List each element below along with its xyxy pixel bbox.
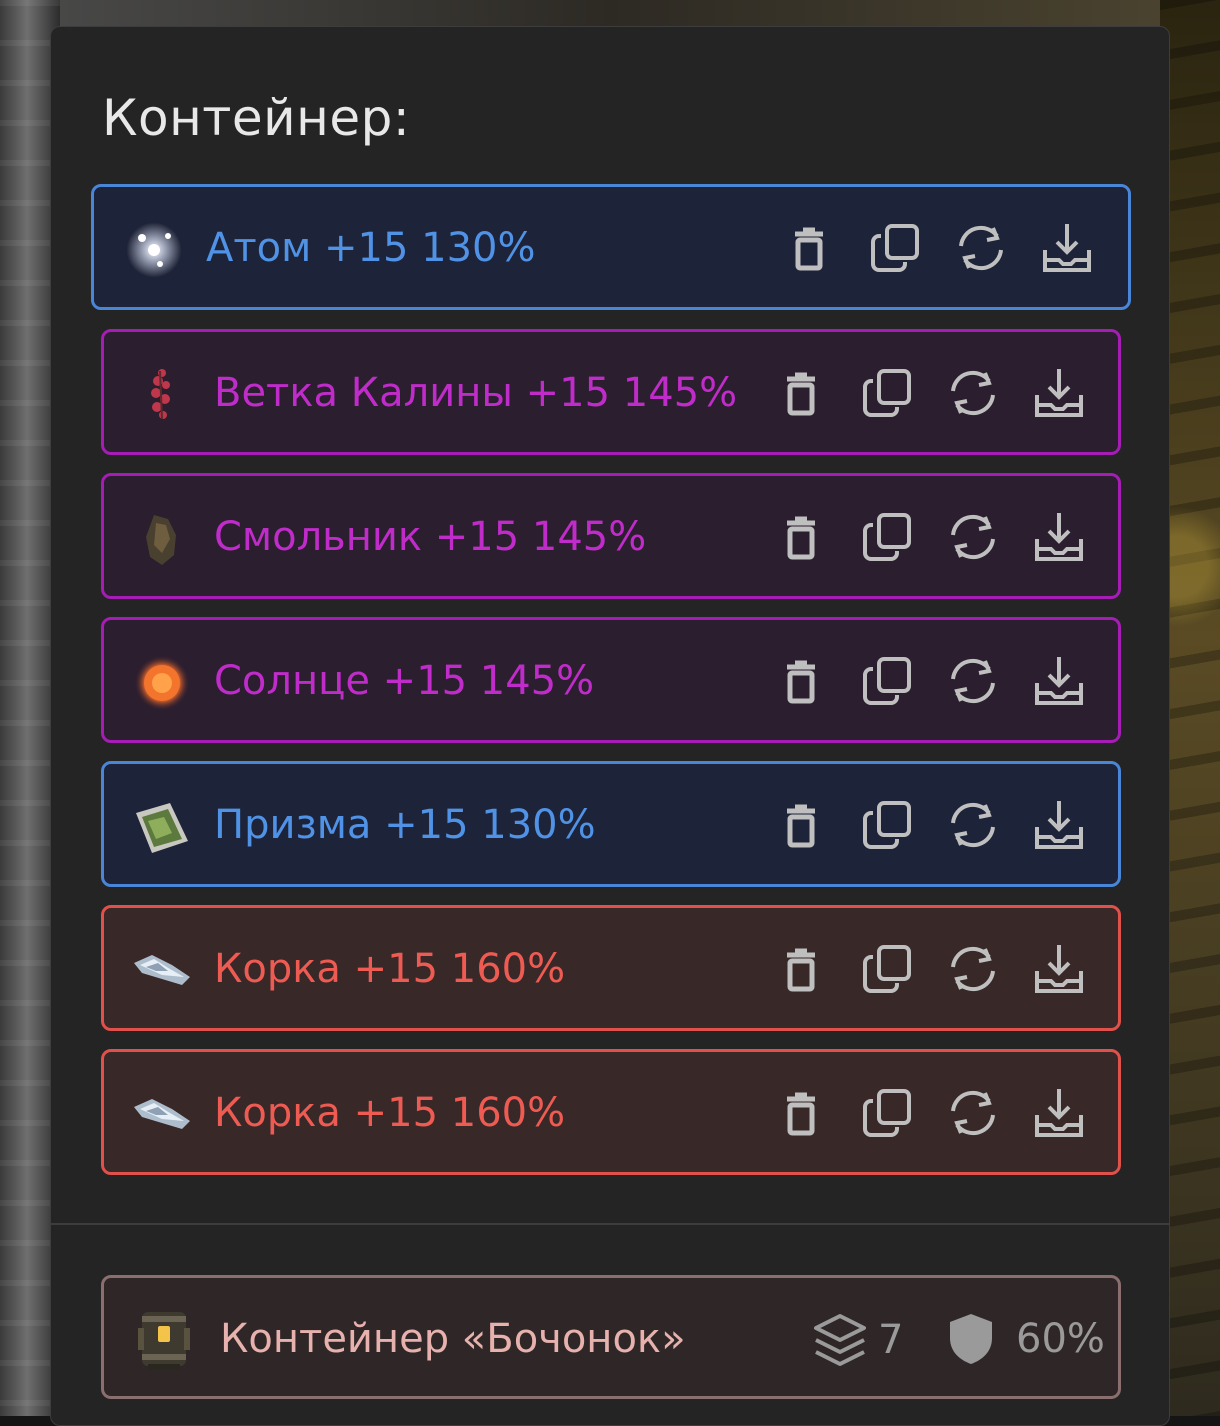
copy-icon <box>863 513 911 561</box>
refresh-button[interactable] <box>942 1084 1004 1142</box>
refresh-icon <box>951 370 995 416</box>
protection-stat: 60% <box>944 1310 1105 1368</box>
resin-artifact-icon <box>146 515 176 565</box>
viburnum-branch-artifact-icon <box>151 369 170 420</box>
trash-icon <box>787 660 815 704</box>
artifact-name: Солнце +15 145% <box>214 658 595 704</box>
delete-button[interactable] <box>770 508 832 566</box>
download-icon <box>1035 513 1083 561</box>
slots-value: 7 <box>878 1317 904 1363</box>
refresh-icon <box>951 658 995 704</box>
download-icon <box>1035 801 1083 849</box>
download-button[interactable] <box>1028 796 1090 854</box>
artifact-name: Призма +15 130% <box>214 802 596 848</box>
artifact-item[interactable]: Солнце +15 145% <box>101 617 1121 743</box>
protection-value: 60% <box>1016 1316 1105 1362</box>
delete-button[interactable] <box>770 796 832 854</box>
delete-button[interactable] <box>770 1084 832 1142</box>
trash-icon <box>787 948 815 992</box>
copy-button[interactable] <box>864 219 926 277</box>
download-icon <box>1035 945 1083 993</box>
download-button[interactable] <box>1028 364 1090 422</box>
artifact-item[interactable]: Ветка Калины +15 145% <box>101 329 1121 455</box>
trash-icon <box>787 804 815 848</box>
prism-artifact-icon <box>136 803 188 853</box>
artifact-name: Корка +15 160% <box>214 946 566 992</box>
delete-button[interactable] <box>770 364 832 422</box>
refresh-button[interactable] <box>950 219 1012 277</box>
copy-button[interactable] <box>856 652 918 710</box>
refresh-button[interactable] <box>942 940 1004 998</box>
refresh-button[interactable] <box>942 796 1004 854</box>
crust-artifact-icon <box>134 955 190 985</box>
download-button[interactable] <box>1036 219 1098 277</box>
refresh-button[interactable] <box>942 652 1004 710</box>
download-icon <box>1035 369 1083 417</box>
delete-button[interactable] <box>770 652 832 710</box>
copy-icon <box>863 801 911 849</box>
download-icon <box>1035 657 1083 705</box>
artifact-name: Корка +15 160% <box>214 1090 566 1136</box>
download-button[interactable] <box>1028 1084 1090 1142</box>
refresh-icon <box>951 1090 995 1136</box>
copy-icon <box>871 224 919 272</box>
artifact-name: Смольник +15 145% <box>214 514 647 560</box>
copy-button[interactable] <box>856 940 918 998</box>
container-name: Контейнер «Бочонок» <box>220 1316 686 1362</box>
container-selector[interactable]: Контейнер «Бочонок» 7 60% <box>101 1275 1121 1399</box>
copy-icon <box>863 657 911 705</box>
artifact-item[interactable]: Атом +15 130% <box>91 184 1131 310</box>
download-button[interactable] <box>1028 652 1090 710</box>
copy-icon <box>863 945 911 993</box>
copy-button[interactable] <box>856 508 918 566</box>
refresh-icon <box>959 225 1003 271</box>
sun-artifact-icon <box>134 655 190 711</box>
trash-icon <box>787 372 815 416</box>
artifact-item[interactable]: Смольник +15 145% <box>101 473 1121 599</box>
artifact-item[interactable]: Призма +15 130% <box>101 761 1121 887</box>
layers-icon <box>814 1314 866 1366</box>
atom-artifact-icon <box>126 222 182 278</box>
panel-divider <box>51 1223 1169 1225</box>
delete-button[interactable] <box>778 219 840 277</box>
artifact-item[interactable]: Корка +15 160% <box>101 905 1121 1031</box>
download-button[interactable] <box>1028 940 1090 998</box>
barrel-container-icon <box>138 1312 190 1370</box>
copy-icon <box>863 1089 911 1137</box>
artifact-name: Атом +15 130% <box>206 225 536 271</box>
copy-button[interactable] <box>856 796 918 854</box>
download-button[interactable] <box>1028 508 1090 566</box>
trash-icon <box>795 227 823 271</box>
artifact-name: Ветка Калины +15 145% <box>214 370 738 416</box>
copy-icon <box>863 369 911 417</box>
container-panel: Контейнер: Атом +15 130% Ветка Калины +1… <box>50 26 1170 1426</box>
refresh-button[interactable] <box>942 508 1004 566</box>
download-icon <box>1043 224 1091 272</box>
trash-icon <box>787 516 815 560</box>
trash-icon <box>787 1092 815 1136</box>
crust-artifact-icon <box>134 1099 190 1129</box>
download-icon <box>1035 1089 1083 1137</box>
slots-stat: 7 <box>810 1310 903 1370</box>
delete-button[interactable] <box>770 940 832 998</box>
shield-icon <box>950 1314 992 1364</box>
refresh-icon <box>951 514 995 560</box>
refresh-icon <box>951 802 995 848</box>
artifact-item[interactable]: Корка +15 160% <box>101 1049 1121 1175</box>
copy-button[interactable] <box>856 1084 918 1142</box>
refresh-icon <box>951 946 995 992</box>
panel-title: Контейнер: <box>102 89 411 147</box>
refresh-button[interactable] <box>942 364 1004 422</box>
copy-button[interactable] <box>856 364 918 422</box>
